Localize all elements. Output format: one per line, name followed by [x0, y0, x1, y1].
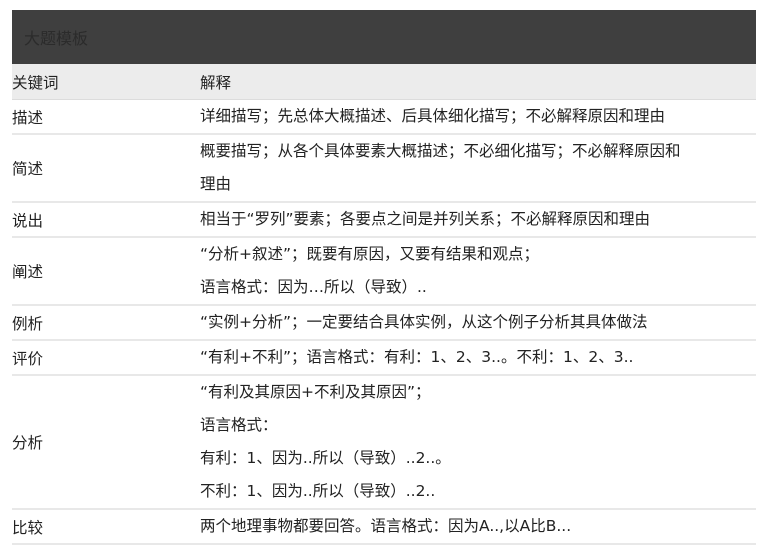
explanation-line: 有利：1、因为..所以（导致）..2..。 [200, 449, 451, 467]
table-row: 说出 相当于“罗列”要素；各要点之间是并列关系；不必解释原因和理由 [12, 202, 756, 238]
table-row: 描述 详细描写；先总体大概描述、后具体细化描写；不必解释原因和理由 [12, 99, 756, 135]
row-keyword: 阐述 [12, 237, 200, 306]
row-keyword: 评价 [12, 340, 200, 376]
header-explanation: 解释 [200, 64, 756, 100]
explanation-line: 相当于“罗列”要素；各要点之间是并列关系；不必解释原因和理由 [200, 210, 651, 228]
explanation-line: 不利：1、因为..所以（导致）..2.. [200, 482, 436, 500]
table-row: 比较 两个地理事物都要回答。语言格式：因为A..,以A比B... [12, 509, 756, 545]
explanation-line: 概要描写；从各个具体要素大概描述；不必细化描写；不必解释原因和 [200, 142, 681, 160]
table-header-row: 关键词 解释 [12, 64, 756, 100]
row-explanation: 两个地理事物都要回答。语言格式：因为A..,以A比B... [200, 509, 756, 545]
row-explanation: 详细描写；先总体大概描述、后具体细化描写；不必解释原因和理由 [200, 99, 756, 135]
row-keyword: 比较 [12, 509, 200, 545]
row-explanation: 概要描写；从各个具体要素大概描述；不必细化描写；不必解释原因和 理由 [200, 134, 756, 203]
explanation-line: “有利及其原因+不利及其原因”； [200, 383, 431, 401]
row-explanation: “有利及其原因+不利及其原因”； 语言格式： 有利：1、因为..所以（导致）..… [200, 375, 756, 510]
explanation-line: 两个地理事物都要回答。语言格式：因为A..,以A比B... [200, 517, 572, 535]
row-keyword: 说出 [12, 202, 200, 238]
row-explanation: 相当于“罗列”要素；各要点之间是并列关系；不必解释原因和理由 [200, 202, 756, 238]
page: 大题模板 关键词 解释 描述 详细描写；先总体大概描述、后具体细化描写；不必解释… [12, 10, 756, 545]
header-keyword: 关键词 [12, 64, 200, 100]
keyword-table: 关键词 解释 描述 详细描写；先总体大概描述、后具体细化描写；不必解释原因和理由… [12, 64, 756, 545]
page-title: 大题模板 [24, 29, 89, 48]
explanation-line: “有利+不利”；语言格式：有利：1、2、3..。不利：1、2、3.. [200, 348, 634, 366]
explanation-line: 理由 [200, 175, 232, 193]
row-explanation: “有利+不利”；语言格式：有利：1、2、3..。不利：1、2、3.. [200, 340, 756, 376]
row-explanation: “实例+分析”；一定要结合具体实例，从这个例子分析其具体做法 [200, 305, 756, 341]
explanation-line: “分析+叙述”；既要有原因，又要有结果和观点； [200, 245, 540, 263]
explanation-line: “实例+分析”；一定要结合具体实例，从这个例子分析其具体做法 [200, 313, 648, 331]
explanation-line: 详细描写；先总体大概描述、后具体细化描写；不必解释原因和理由 [200, 107, 666, 125]
row-keyword: 描述 [12, 99, 200, 135]
row-keyword: 简述 [12, 134, 200, 203]
row-explanation: “分析+叙述”；既要有原因，又要有结果和观点； 语言格式：因为…所以（导致）.. [200, 237, 756, 306]
explanation-line: 语言格式：因为…所以（导致）.. [200, 278, 427, 296]
title-bar: 大题模板 [12, 10, 756, 64]
table-row: 评价 “有利+不利”；语言格式：有利：1、2、3..。不利：1、2、3.. [12, 340, 756, 376]
row-keyword: 分析 [12, 375, 200, 510]
table-row: 阐述 “分析+叙述”；既要有原因，又要有结果和观点； 语言格式：因为…所以（导致… [12, 237, 756, 306]
row-keyword: 例析 [12, 305, 200, 341]
table-row: 例析 “实例+分析”；一定要结合具体实例，从这个例子分析其具体做法 [12, 305, 756, 341]
table-row: 简述 概要描写；从各个具体要素大概描述；不必细化描写；不必解释原因和 理由 [12, 134, 756, 203]
table-row: 分析 “有利及其原因+不利及其原因”； 语言格式： 有利：1、因为..所以（导致… [12, 375, 756, 510]
explanation-line: 语言格式： [200, 416, 278, 434]
